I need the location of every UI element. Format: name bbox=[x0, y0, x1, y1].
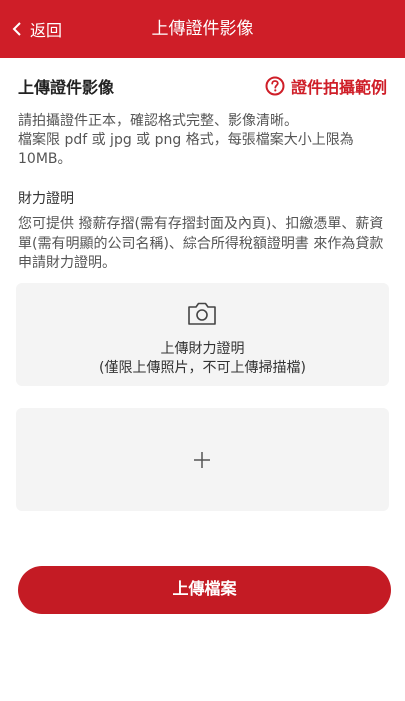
plus-icon bbox=[194, 452, 210, 468]
financial-proof-title: 財力證明 bbox=[18, 191, 74, 207]
upload-financial-proof-note: (僅限上傳照片，不可上傳掃描檔) bbox=[99, 360, 306, 376]
page-title: 上傳證件影像 bbox=[151, 19, 254, 39]
add-upload-box[interactable] bbox=[16, 408, 389, 511]
financial-proof-description: 您可提供 撥薪存摺(需有存摺封面及內頁)、扣繳憑單、薪資單(需有明顯的公司名稱)… bbox=[18, 216, 384, 271]
upload-financial-proof-box[interactable]: 上傳財力證明 (僅限上傳照片，不可上傳掃描檔) bbox=[16, 283, 389, 386]
top-nav-bar: 返回 上傳證件影像 bbox=[0, 0, 405, 58]
question-circle-icon bbox=[265, 76, 285, 96]
photo-example-label: 證件拍攝範例 bbox=[290, 78, 387, 97]
photo-example-link[interactable]: 證件拍攝範例 bbox=[265, 74, 387, 98]
upload-instructions: 請拍攝證件正本，確認格式完整、影像清晰。 檔案限 pdf 或 jpg 或 png… bbox=[18, 113, 354, 167]
upload-financial-proof-label: 上傳財力證明 bbox=[160, 341, 245, 357]
section-title: 上傳證件影像 bbox=[18, 78, 115, 97]
section-header: 上傳證件影像 證件拍攝範例 bbox=[18, 72, 387, 100]
camera-icon bbox=[188, 302, 216, 325]
upload-files-button[interactable]: 上傳檔案 bbox=[18, 566, 391, 614]
